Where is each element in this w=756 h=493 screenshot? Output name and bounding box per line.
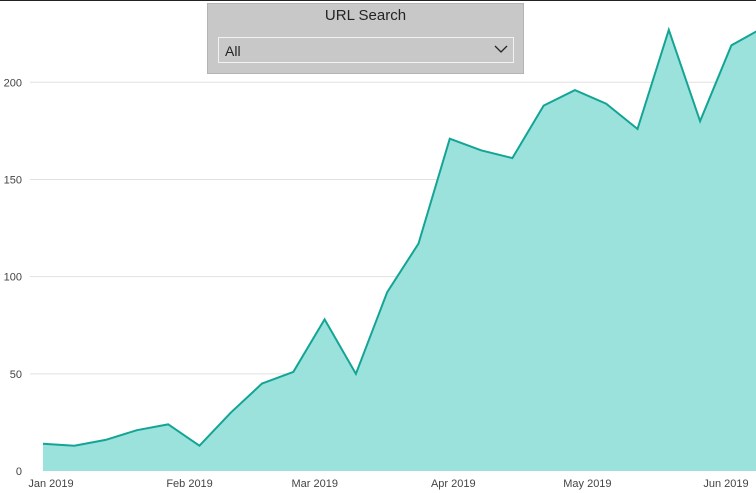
x-tick-label: Apr 2019 bbox=[431, 478, 476, 490]
x-tick-label: Jun 2019 bbox=[703, 478, 748, 490]
data-point[interactable] bbox=[322, 317, 327, 322]
x-tick-label: May 2019 bbox=[563, 478, 611, 490]
data-point[interactable] bbox=[479, 148, 484, 153]
data-point[interactable] bbox=[604, 101, 609, 106]
series-area bbox=[41, 26, 756, 471]
url-search-slicer: URL Search All bbox=[207, 3, 524, 74]
y-tick-label: 100 bbox=[4, 272, 22, 284]
y-tick-label: 150 bbox=[4, 174, 22, 186]
x-tick-label: Mar 2019 bbox=[291, 478, 337, 490]
data-point[interactable] bbox=[166, 422, 171, 427]
data-point[interactable] bbox=[416, 241, 421, 246]
data-point[interactable] bbox=[353, 371, 358, 376]
y-axis-tick-labels: 0 50 100 150 200 bbox=[4, 77, 22, 478]
y-tick-label: 200 bbox=[4, 77, 22, 89]
slicer-selected-value: All bbox=[225, 43, 241, 59]
url-search-dropdown[interactable]: All bbox=[218, 37, 514, 63]
y-tick-label: 0 bbox=[16, 466, 22, 478]
x-tick-label: Jan 2019 bbox=[28, 478, 73, 490]
data-point[interactable] bbox=[698, 119, 703, 124]
data-point[interactable] bbox=[260, 381, 265, 386]
data-point[interactable] bbox=[635, 126, 640, 131]
data-point[interactable] bbox=[385, 290, 390, 295]
data-point[interactable] bbox=[41, 441, 46, 446]
data-point[interactable] bbox=[291, 369, 296, 374]
data-point[interactable] bbox=[72, 443, 77, 448]
slicer-title: URL Search bbox=[324, 7, 407, 24]
data-point[interactable] bbox=[541, 103, 546, 108]
data-point[interactable] bbox=[228, 410, 233, 415]
data-point[interactable] bbox=[197, 443, 202, 448]
y-tick-label: 50 bbox=[10, 369, 22, 381]
x-tick-label: Feb 2019 bbox=[166, 478, 212, 490]
chevron-down-icon bbox=[494, 45, 508, 53]
data-point[interactable] bbox=[572, 88, 577, 93]
data-point[interactable] bbox=[134, 428, 139, 433]
data-point[interactable] bbox=[510, 156, 515, 161]
data-point[interactable] bbox=[666, 27, 671, 32]
data-point[interactable] bbox=[729, 43, 734, 48]
data-point[interactable] bbox=[103, 437, 108, 442]
data-point[interactable] bbox=[447, 136, 452, 141]
x-axis-tick-labels: Jan 2019 Feb 2019 Mar 2019 Apr 2019 May 2019… bbox=[28, 478, 748, 490]
